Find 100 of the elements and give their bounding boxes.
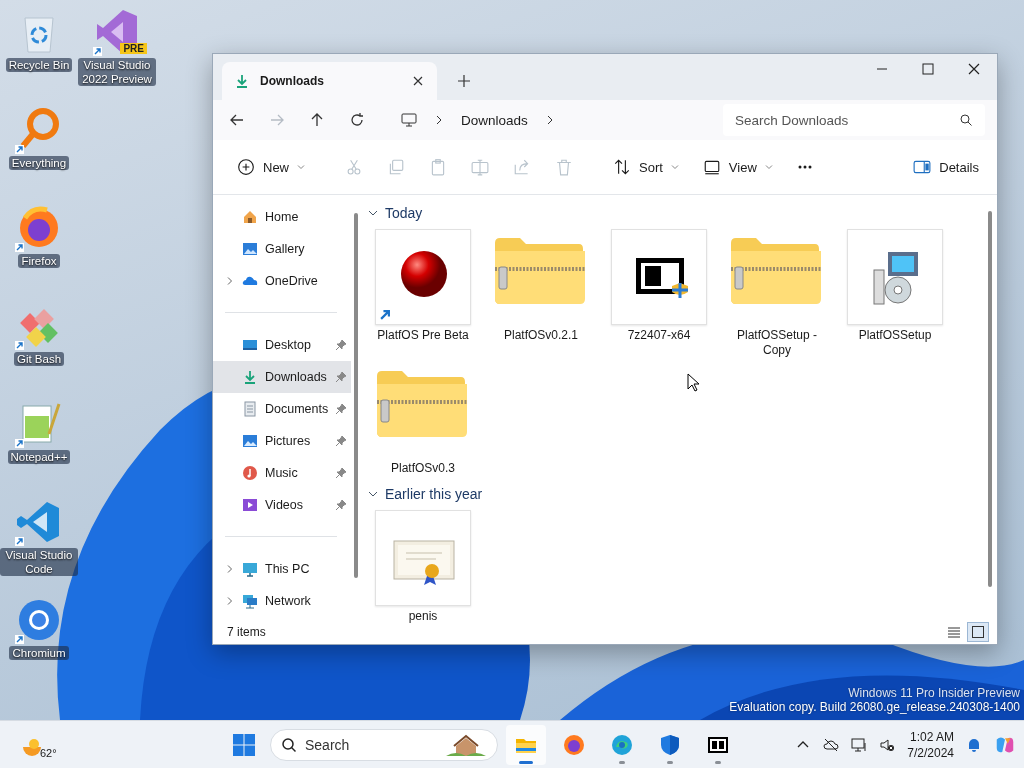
desktop-icon-label[interactable]: Visual Studio 2022 Preview bbox=[78, 58, 156, 86]
sort-button[interactable]: Sort bbox=[607, 151, 685, 183]
copy-icon bbox=[387, 158, 405, 176]
pin-icon[interactable] bbox=[335, 339, 348, 351]
videos-icon bbox=[242, 497, 258, 513]
documents-icon bbox=[242, 401, 258, 417]
group-header[interactable]: Earlier this year bbox=[367, 482, 997, 506]
sidebar-item[interactable]: Gallery bbox=[213, 233, 352, 265]
preview-badge: PRE bbox=[120, 43, 147, 54]
sidebar-item[interactable]: Network bbox=[213, 585, 352, 617]
scrollbar[interactable] bbox=[354, 213, 358, 578]
watermark-text: Windows 11 Pro Insider Preview bbox=[847, 686, 1020, 700]
music-icon bbox=[242, 465, 258, 481]
tiles-view-button[interactable] bbox=[967, 622, 989, 642]
new-icon bbox=[237, 158, 255, 176]
search-icon bbox=[959, 113, 973, 127]
pin-icon[interactable] bbox=[335, 435, 348, 447]
temperature[interactable]: 62° bbox=[40, 747, 57, 759]
edge-icon bbox=[610, 733, 634, 757]
bell-icon[interactable] bbox=[966, 737, 982, 753]
file-name[interactable]: PlatfOSv0.3 bbox=[368, 461, 478, 476]
downloads-icon bbox=[242, 369, 258, 385]
speaker-muted-icon[interactable] bbox=[879, 737, 896, 753]
group-header[interactable]: Today bbox=[367, 201, 997, 225]
paste-icon bbox=[429, 158, 447, 176]
explorer-taskbar-button[interactable] bbox=[506, 725, 546, 765]
file-thumbnail[interactable] bbox=[847, 229, 943, 325]
file-name[interactable]: PlatfOSSetup - Copy bbox=[722, 328, 832, 358]
pin-icon[interactable] bbox=[335, 499, 348, 511]
sort-icon bbox=[613, 158, 631, 176]
breadcrumb-item[interactable]: Downloads bbox=[461, 112, 528, 128]
file-thumbnail[interactable] bbox=[375, 510, 471, 606]
windows-logo-icon bbox=[232, 733, 256, 757]
new-button[interactable]: New bbox=[231, 151, 311, 183]
up-arrow-icon[interactable] bbox=[309, 112, 325, 128]
taskbar-search-field[interactable]: Search bbox=[270, 729, 498, 761]
tiles-view-icon bbox=[971, 625, 985, 639]
search-field[interactable]: Search Downloads bbox=[723, 104, 985, 136]
file-name[interactable]: penis bbox=[368, 609, 478, 624]
house-illustration-icon bbox=[446, 734, 486, 756]
monitor-icon bbox=[401, 112, 417, 128]
rename-icon bbox=[471, 158, 489, 176]
desktop-icon-label[interactable]: Notepad++ bbox=[7, 450, 71, 464]
desktop-icon-label[interactable]: Visual Studio Code bbox=[0, 548, 78, 576]
desktop-icon-label[interactable]: Firefox bbox=[18, 254, 60, 268]
clock[interactable]: 1:02 AM 7/2/2024 bbox=[907, 729, 954, 761]
sidebar-item[interactable]: This PC bbox=[213, 553, 352, 585]
details-button[interactable]: Details bbox=[907, 151, 985, 183]
sidebar-item[interactable]: Documents bbox=[213, 393, 352, 425]
group-title: Today bbox=[385, 205, 423, 221]
pictures-icon bbox=[242, 433, 258, 449]
sidebar-item[interactable]: Downloads bbox=[213, 361, 352, 393]
file-thumbnail[interactable] bbox=[611, 229, 707, 325]
details-view-icon bbox=[947, 625, 961, 639]
delete-icon bbox=[555, 158, 573, 176]
cut-icon bbox=[345, 158, 363, 176]
desktop-icon-label[interactable]: Git Bash bbox=[13, 352, 65, 366]
sidebar-item[interactable]: Pictures bbox=[213, 425, 352, 457]
desktop-icon bbox=[242, 337, 258, 353]
close-tab-icon[interactable] bbox=[411, 74, 425, 88]
item-count: 7 items bbox=[227, 625, 266, 639]
search-icon bbox=[281, 737, 297, 753]
file-name[interactable]: 7z2407-x64 bbox=[604, 328, 714, 343]
scrollbar[interactable] bbox=[988, 211, 992, 587]
mouse-pointer-icon bbox=[687, 373, 699, 392]
pin-icon[interactable] bbox=[335, 467, 348, 479]
firefox-icon bbox=[562, 733, 586, 757]
watermark-text: Evaluation copy. Build 26080.ge_release.240308-1400 bbox=[729, 700, 1020, 714]
home-icon bbox=[242, 209, 258, 225]
monitor-network-icon[interactable] bbox=[851, 737, 868, 753]
desktop-icon-label[interactable]: Chromium bbox=[9, 646, 69, 660]
file-name[interactable]: PlatfOSSetup bbox=[840, 328, 950, 343]
network-icon bbox=[242, 593, 258, 609]
sidebar-item[interactable]: OneDrive bbox=[213, 265, 352, 297]
file-thumbnail[interactable] bbox=[375, 229, 471, 325]
gallery-icon bbox=[242, 241, 258, 257]
window-tab[interactable]: Downloads bbox=[222, 62, 437, 100]
file-name[interactable]: PlatfOSv0.2.1 bbox=[486, 328, 596, 343]
sidebar-item[interactable]: Home bbox=[213, 201, 352, 233]
pin-icon[interactable] bbox=[335, 403, 348, 415]
defender-icon bbox=[658, 733, 682, 757]
desktop-icon-label[interactable]: Everything bbox=[8, 156, 70, 170]
view-button[interactable]: View bbox=[696, 151, 779, 183]
download-icon bbox=[234, 73, 250, 89]
cloud-off-icon[interactable] bbox=[823, 737, 840, 753]
sidebar-item[interactable]: Videos bbox=[213, 489, 352, 521]
refresh-icon[interactable] bbox=[349, 112, 365, 128]
back-arrow-icon[interactable] bbox=[229, 112, 245, 128]
share-icon bbox=[513, 158, 531, 176]
view-icon bbox=[702, 158, 721, 176]
sidebar-item[interactable]: Music bbox=[213, 457, 352, 489]
desktop-icon-label[interactable]: Recycle Bin bbox=[5, 58, 73, 72]
group-title: Earlier this year bbox=[385, 486, 483, 502]
file-name[interactable]: PlatfOS Pre Beta bbox=[368, 328, 478, 343]
more-icon bbox=[796, 165, 813, 169]
new-tab-icon[interactable] bbox=[457, 74, 471, 88]
details-icon bbox=[913, 158, 932, 176]
sidebar-item[interactable]: Desktop bbox=[213, 329, 352, 361]
pin-icon[interactable] bbox=[335, 371, 348, 383]
forward-arrow-icon[interactable] bbox=[269, 112, 285, 128]
